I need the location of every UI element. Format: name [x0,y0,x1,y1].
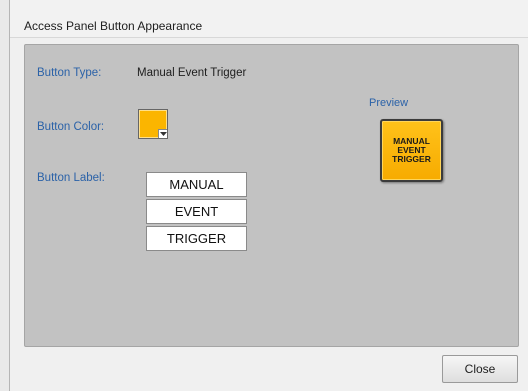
preview-heading: Preview [369,97,409,109]
title-bar: Access Panel Button Appearance [10,0,528,38]
dialog-title: Access Panel Button Appearance [24,19,203,33]
button-type-value: Manual Event Trigger [137,67,247,79]
label-line-1-input[interactable] [146,172,247,197]
preview-line-3: TRIGGER [392,154,431,164]
button-color-picker[interactable] [138,109,168,139]
button-type-label: Button Type: [37,67,102,79]
content-panel: Button Type: Manual Event Trigger Button… [24,44,519,347]
dialog-window: Access Panel Button Appearance Button Ty… [9,0,528,391]
chevron-down-icon[interactable] [158,129,167,138]
preview-button: MANUAL EVENT TRIGGER [380,119,443,182]
label-line-3-input[interactable] [146,226,247,251]
button-color-label: Button Color: [37,121,105,133]
button-label-label: Button Label: [37,172,105,184]
close-button[interactable]: Close [442,355,518,383]
label-line-2-input[interactable] [146,199,247,224]
